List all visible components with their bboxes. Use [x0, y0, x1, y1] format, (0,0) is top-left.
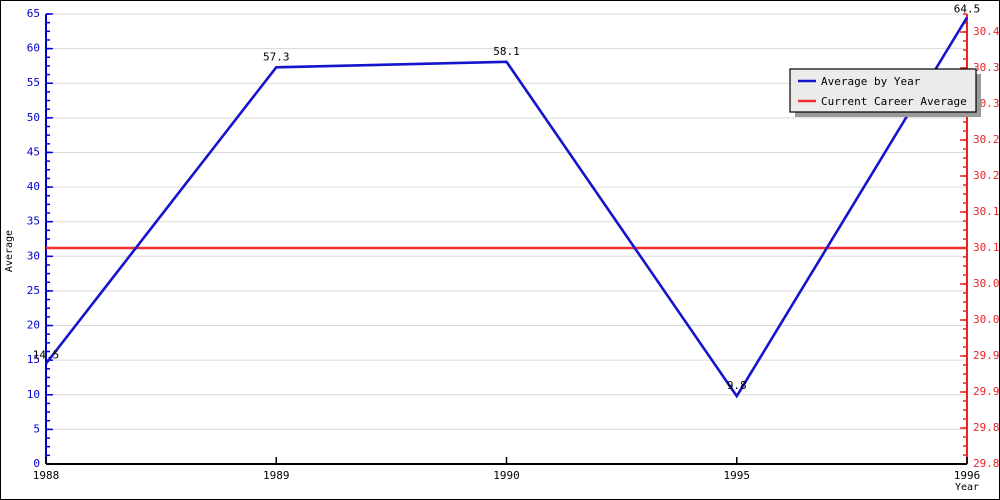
- left-axis-tick-label: 5: [33, 422, 40, 435]
- left-axis-tick-label: 35: [27, 215, 40, 228]
- right-axis-tick-label: 30.35: [973, 61, 1000, 74]
- right-axis-tick-label: 30.25: [973, 133, 1000, 146]
- right-axis-tick-label: 30.20: [973, 169, 1000, 182]
- right-axis-tick-label: 29.85: [973, 421, 1000, 434]
- data-point-label: 14.5: [33, 349, 60, 362]
- right-axis-tick-label: 30.00: [973, 313, 1000, 326]
- data-point-label: 58.1: [493, 45, 520, 58]
- x-axis-tick-label: 1996: [954, 469, 981, 482]
- left-axis-tick-label: 60: [27, 42, 40, 55]
- chart-container: 05101520253035404550556065 Average 29.80…: [0, 0, 1000, 500]
- x-axis-title: Year: [955, 482, 979, 493]
- x-axis-ticks: [45, 457, 968, 464]
- right-axis-tick-label: 30.05: [973, 277, 1000, 290]
- x-axis-tick-label: 1995: [724, 469, 751, 482]
- chart-plot-area: 05101520253035404550556065 Average 29.80…: [4, 2, 1000, 493]
- legend: Average by Year Current Career Average: [789, 68, 981, 117]
- x-axis-tick-label: 1990: [493, 469, 520, 482]
- left-axis-tick-label: 65: [27, 7, 40, 20]
- x-axis-tick-label: 1988: [33, 469, 60, 482]
- legend-item-average-by-year: Average by Year: [821, 75, 921, 88]
- left-axis-tick-label: 50: [27, 111, 40, 124]
- left-axis: 05101520253035404550556065 Average: [4, 7, 53, 470]
- left-axis-tick-label: 10: [27, 388, 40, 401]
- data-point-label: 9.8: [727, 379, 747, 392]
- data-point-label: 57.3: [263, 50, 290, 63]
- left-axis-tick-label: 40: [27, 180, 40, 193]
- x-axis-tick-label: 1989: [263, 469, 290, 482]
- left-axis-ticks: [46, 13, 53, 465]
- left-axis-tick-label: 20: [27, 319, 40, 332]
- right-axis-tick-label: 30.10: [973, 241, 1000, 254]
- left-axis-tick-label: 25: [27, 284, 40, 297]
- left-axis-tick-label: 45: [27, 145, 40, 158]
- right-axis-tick-label: 29.90: [973, 385, 1000, 398]
- x-axis: 1988 1989 1990 1995 1996 Year: [33, 457, 981, 493]
- right-axis-tick-label: 30.40: [973, 25, 1000, 38]
- left-axis-title: Average: [4, 230, 15, 272]
- x-axis-tick-labels: 1988 1989 1990 1995 1996: [33, 469, 981, 482]
- left-axis-tick-label: 30: [27, 249, 40, 262]
- legend-item-current-career-average: Current Career Average: [821, 95, 967, 108]
- left-axis-tick-label: 55: [27, 76, 40, 89]
- left-axis-tick-labels: 05101520253035404550556065: [27, 7, 40, 470]
- right-axis-tick-label: 29.95: [973, 349, 1000, 362]
- data-point-label: 64.5: [954, 2, 981, 15]
- right-axis-tick-label: 30.15: [973, 205, 1000, 218]
